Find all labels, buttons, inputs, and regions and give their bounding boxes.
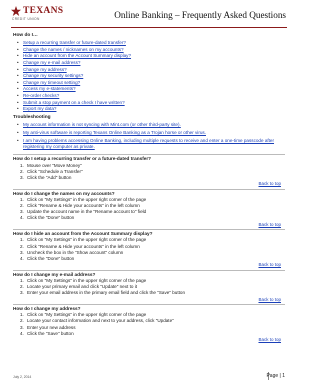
toc-item: Access my e-statements?	[17, 86, 285, 93]
toc-link[interactable]: Export my data?	[23, 106, 56, 111]
texas-star-icon	[11, 6, 21, 16]
troubleshooting-link[interactable]: My account information is not syncing wi…	[23, 122, 181, 127]
toc-link[interactable]: Change my e-mail address?	[23, 60, 80, 65]
header-divider	[11, 27, 287, 28]
back-to-top-link[interactable]: Back to top	[258, 337, 281, 342]
toc-heading: How do I…	[13, 33, 38, 38]
qa-recurring-transfer: How do I setup a recurring transfer or a…	[13, 154, 285, 187]
logo-subtitle: CREDIT UNION	[12, 17, 40, 21]
back-to-top-link[interactable]: Back to top	[258, 222, 281, 227]
toc-item: Change the names / nicknames on my accou…	[17, 47, 285, 54]
back-to-top-link[interactable]: Back to top	[258, 262, 281, 267]
toc-link[interactable]: Change my address?	[23, 67, 67, 72]
qa-change-email: How do I change my e-mail address? 1. Cli…	[13, 269, 285, 304]
back-to-top-row: Back to top	[13, 262, 285, 269]
toc-link[interactable]: Hide an account from the Account Summary…	[23, 53, 131, 58]
steps-list: 1. Click on "My Settings" in the upper ri…	[13, 197, 285, 222]
toc-item: Change my security settings?	[17, 73, 285, 80]
back-to-top-row: Back to top	[13, 337, 285, 344]
back-to-top-link[interactable]: Back to top	[258, 297, 281, 302]
troubleshooting-item: My account information is not syncing wi…	[17, 122, 285, 128]
toc-item: Change my e-mail address?	[17, 60, 285, 67]
back-to-top-row: Back to top	[13, 297, 285, 304]
back-to-top-row: Back to top	[13, 222, 285, 229]
toc-item: Re-order checks?	[17, 93, 285, 100]
toc-item: Setup a recurring transfer or future-dat…	[17, 40, 285, 47]
faq-content: How do I… Setup a recurring transfer or …	[13, 33, 285, 345]
toc-item: Hide an account from the Account Summary…	[17, 53, 285, 60]
steps-list: 1. Click on "My Settings" in the upper ri…	[13, 312, 285, 337]
toc-item: Change my address?	[17, 67, 285, 74]
toc-item: Export my data?	[17, 106, 285, 113]
troubleshooting-link[interactable]: I am having problems accessing Online Ba…	[23, 138, 274, 149]
back-to-top-link[interactable]: Back to top	[258, 181, 281, 186]
toc-link[interactable]: Submit a stop payment on a check I have …	[23, 100, 125, 105]
troubleshooting-item: I am having problems accessing Online Ba…	[17, 138, 285, 150]
toc-item: Submit a stop payment on a check I have …	[17, 100, 285, 107]
toc-link[interactable]: Re-order checks?	[23, 93, 59, 98]
toc-list: Setup a recurring transfer or future-dat…	[13, 40, 285, 113]
qa-hide-account: How do I hide an account from the Accoun…	[13, 229, 285, 269]
qa-rename-accounts: How do I change the names on my accounts…	[13, 188, 285, 229]
page-title: Online Banking – Frequently Asked Questi…	[114, 10, 286, 20]
texans-logo: TEXANS	[11, 6, 63, 17]
toc-link[interactable]: Change my security settings?	[23, 73, 83, 78]
troubleshooting-item: My anti-virus software is reporting Texa…	[17, 130, 285, 136]
toc-link[interactable]: Access my e-statements?	[23, 86, 76, 91]
troubleshooting-list: My account information is not syncing wi…	[13, 122, 285, 150]
steps-list: 1. Click on "My Settings" in the upper ri…	[13, 278, 285, 297]
toc-link[interactable]: Setup a recurring transfer or future-dat…	[23, 40, 126, 45]
footer-date: July 2, 2014	[13, 375, 32, 379]
back-to-top-row: Back to top	[13, 181, 285, 188]
page-header: TEXANS CREDIT UNION Online Banking – Fre…	[0, 0, 298, 28]
troubleshooting-link[interactable]: My anti-virus software is reporting Texa…	[23, 130, 206, 135]
troubleshooting-heading: Troubleshooting	[13, 114, 51, 120]
toc-item: Change my timeout setting?	[17, 80, 285, 87]
toc-link[interactable]: Change the names / nicknames on my accou…	[23, 47, 124, 52]
steps-list: 1. Click on "My Settings" in the upper ri…	[13, 237, 285, 262]
page-number: Page | 1	[266, 373, 285, 379]
toc-link[interactable]: Change my timeout setting?	[23, 80, 80, 85]
logo-name: TEXANS	[23, 6, 64, 16]
steps-list: 1. Mouse over "Move Money" 2. Click "Sched…	[13, 163, 285, 182]
qa-change-address: How do I change my address? 1. Click on "…	[13, 304, 285, 344]
